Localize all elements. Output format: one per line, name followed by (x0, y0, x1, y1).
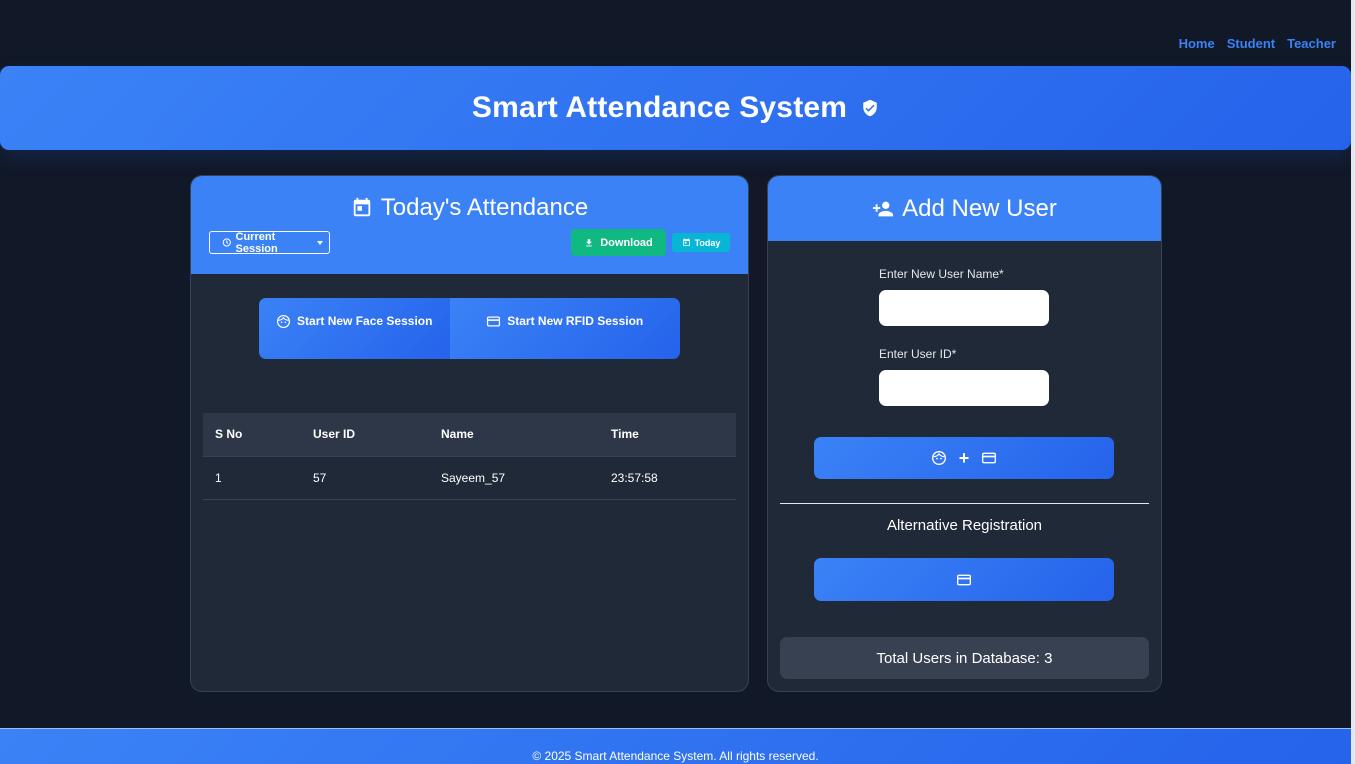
shield-check-icon (861, 99, 879, 117)
plus-icon: + (958, 448, 970, 468)
top-nav: Home Student Teacher (1179, 36, 1336, 51)
person-add-icon (873, 201, 894, 217)
rfid-session-label: Start New RFID Session (507, 314, 644, 328)
session-select[interactable]: Current Session (209, 230, 330, 255)
attendance-title: Today's Attendance (380, 194, 589, 221)
column-header: S No (203, 413, 301, 457)
nav-teacher-link[interactable]: Teacher (1287, 36, 1336, 51)
session-select-value: Current Session (235, 230, 278, 255)
credit-card-icon (487, 316, 501, 327)
user-name-label: Enter New User Name* (879, 267, 1004, 281)
user-id-input[interactable] (879, 370, 1049, 406)
user-id-label: Enter User ID* (879, 347, 957, 361)
add-user-title-row: Add New User (768, 195, 1161, 223)
cell-time: 23:57:58 (599, 456, 736, 500)
today-label: Today (694, 237, 721, 248)
download-icon (586, 238, 593, 246)
attendance-title-row: Today's Attendance (191, 194, 748, 222)
today-button[interactable]: Today (672, 233, 730, 252)
clock-icon (222, 238, 231, 247)
calendar-icon (682, 238, 690, 246)
scrollbar[interactable] (1351, 0, 1355, 764)
add-user-card: Add New User Enter New User Name* Enter … (767, 175, 1162, 692)
attendance-table: S No User ID Name Time 1 57 Sayeem_57 23… (203, 413, 736, 500)
divider (780, 503, 1149, 504)
calendar-icon (353, 197, 371, 217)
add-user-title: Add New User (902, 195, 1057, 222)
alternative-registration-heading: Alternative Registration (886, 517, 1043, 534)
attendance-card-header: Today's Attendance Current Session Downl… (191, 176, 748, 274)
download-label: Download (600, 236, 653, 249)
page-footer: © 2025 Smart Attendance System. All righ… (0, 728, 1351, 764)
credit-card-icon (957, 574, 971, 585)
table-row: 1 57 Sayeem_57 23:57:58 (203, 456, 736, 500)
add-user-card-header: Add New User (768, 176, 1161, 241)
face-icon (276, 314, 291, 329)
session-button-group: Start New Face Session Start New RFID Se… (259, 298, 680, 359)
column-header: User ID (301, 413, 429, 457)
cell-user-id: 57 (301, 456, 429, 500)
table-header-row: S No User ID Name Time (203, 413, 736, 457)
nav-home-link[interactable]: Home (1179, 36, 1215, 51)
credit-card-icon (982, 452, 997, 464)
start-rfid-session-button[interactable]: Start New RFID Session (449, 298, 680, 359)
chevron-down-icon (317, 240, 323, 245)
cell-sno: 1 (203, 456, 301, 500)
footer-text: © 2025 Smart Attendance System. All righ… (532, 749, 819, 763)
total-users-count: Total Users in Database: 3 (780, 637, 1149, 679)
page-header: Smart Attendance System (0, 66, 1351, 150)
register-face-rfid-button[interactable]: + (814, 437, 1114, 479)
cell-name: Sayeem_57 (429, 456, 599, 500)
face-icon (931, 451, 946, 465)
page-title: Smart Attendance System (471, 91, 848, 124)
column-header: Time (599, 413, 736, 457)
column-header: Name (429, 413, 599, 457)
user-name-input[interactable] (879, 290, 1049, 326)
nav-student-link[interactable]: Student (1227, 36, 1275, 51)
register-rfid-button[interactable] (814, 558, 1114, 601)
download-button[interactable]: Download (571, 229, 666, 256)
face-session-label: Start New Face Session (297, 314, 433, 328)
start-face-session-button[interactable]: Start New Face Session (259, 298, 450, 359)
attendance-card: Today's Attendance Current Session Downl… (190, 175, 749, 692)
